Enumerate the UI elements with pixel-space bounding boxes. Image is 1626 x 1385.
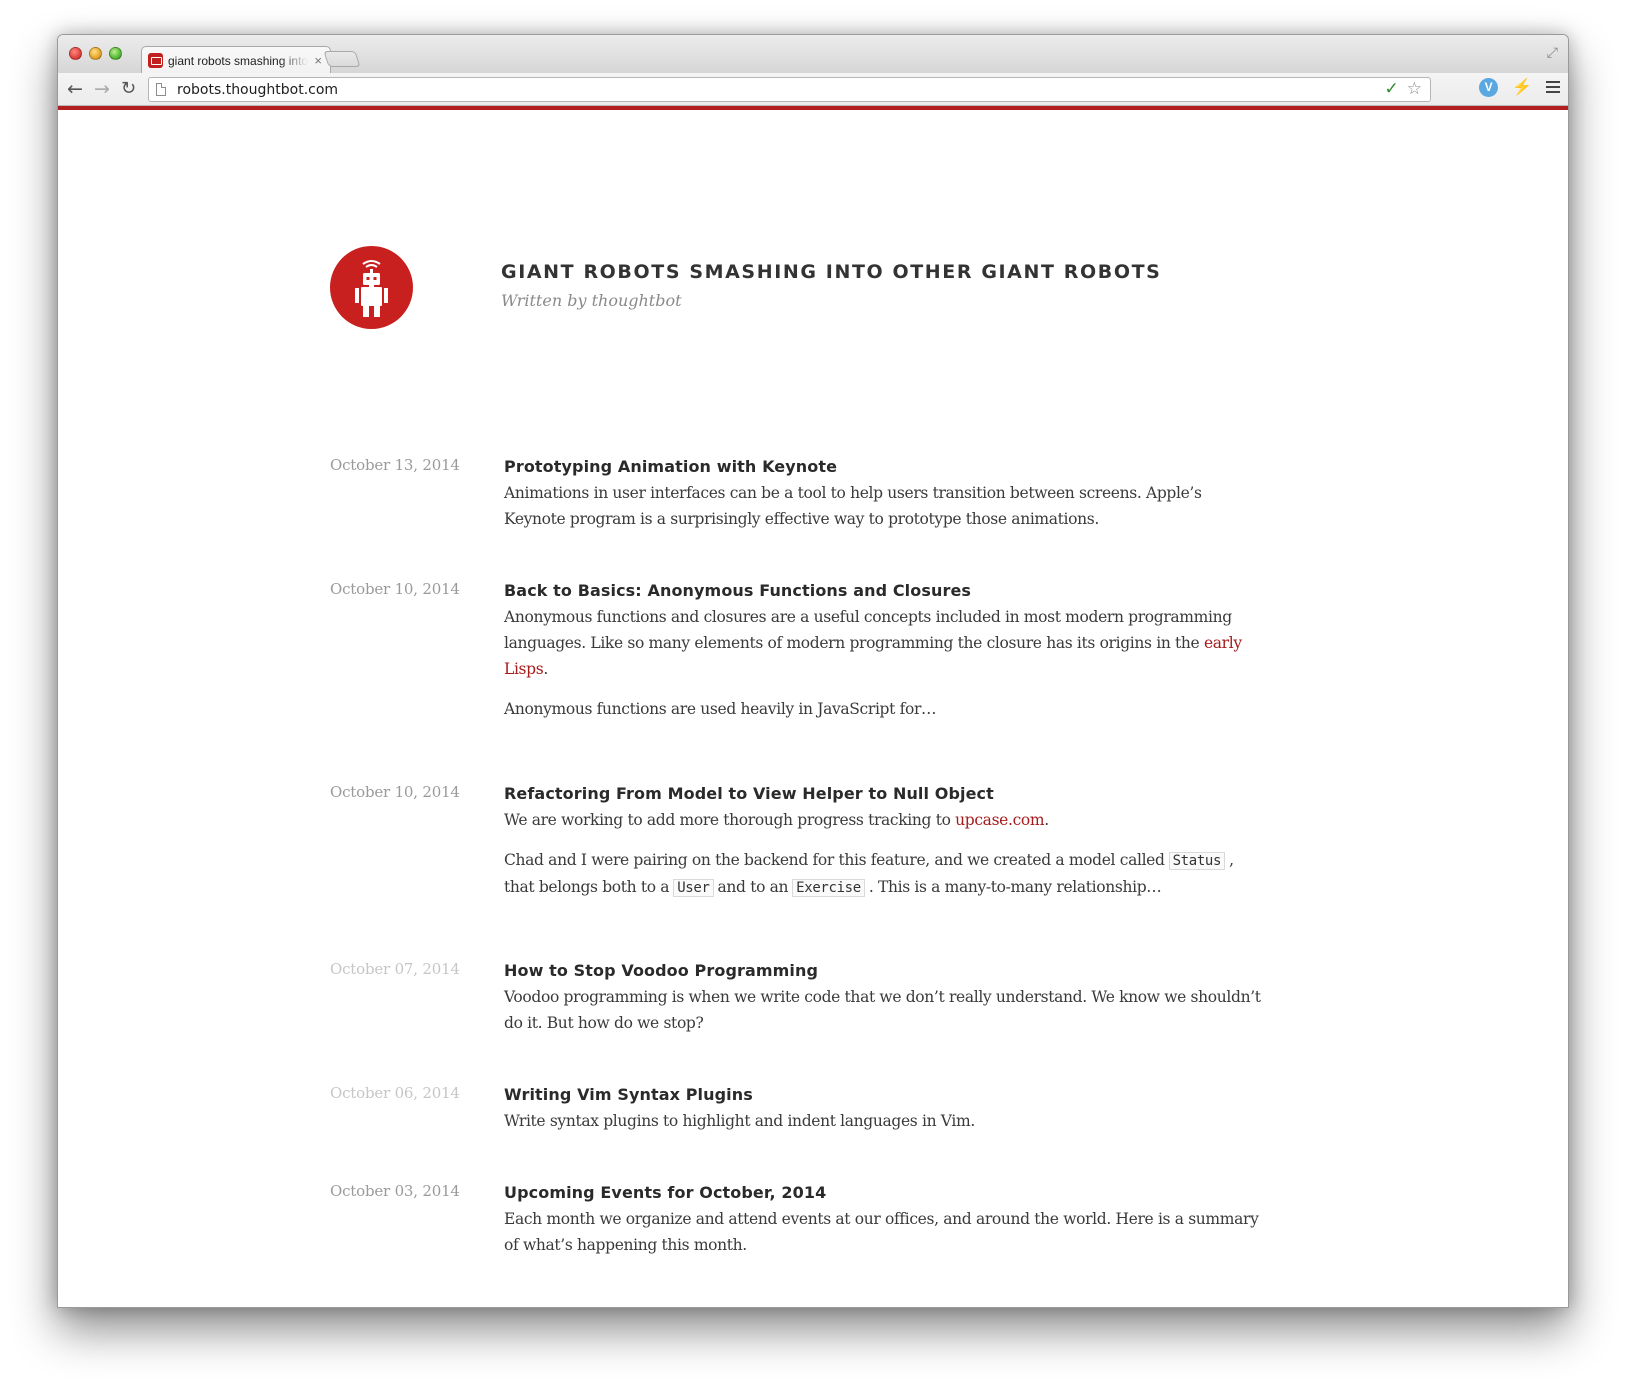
post-excerpt: Anonymous functions are used heavily in … (504, 700, 937, 718)
extension-icon[interactable]: ⚡ (1512, 77, 1532, 97)
post-body: Writing Vim Syntax Plugins Write syntax … (504, 1082, 1264, 1134)
post-excerpt: Animations in user interfaces can be a t… (504, 484, 1202, 528)
extension-icon[interactable]: V (1479, 77, 1499, 97)
fullscreen-icon[interactable]: ⤢ (1547, 44, 1558, 61)
code-snippet: Exercise (792, 879, 865, 897)
post-title-link[interactable]: How to Stop Voodoo Programming (504, 958, 1264, 984)
post-title-link[interactable]: Back to Basics: Anonymous Functions and … (504, 578, 1264, 604)
site-subtitle: Written by thoughtbot (501, 291, 682, 310)
star-icon[interactable]: ☆ (1407, 79, 1422, 99)
post-date: October 06, 2014 (330, 1084, 460, 1102)
excerpt-text: Anonymous functions and closures are a u… (504, 608, 1232, 652)
post-excerpt: Each month we organize and attend events… (504, 1210, 1259, 1254)
browser-toolbar: ← → ↻ robots.thoughtbot.com ✓ ☆ V ⚡ (58, 73, 1568, 106)
page-icon (156, 83, 166, 96)
url-text[interactable]: robots.thoughtbot.com (177, 82, 338, 98)
tab-title: giant robots smashing into other giant r… (168, 53, 308, 68)
upcase-link[interactable]: upcase.com (955, 811, 1044, 829)
post-date: October 10, 2014 (330, 580, 460, 598)
site-title[interactable]: GIANT ROBOTS SMASHING INTO OTHER GIANT R… (501, 261, 1161, 283)
post-title-link[interactable]: Prototyping Animation with Keynote (504, 454, 1264, 480)
zoom-window-button[interactable] (109, 47, 122, 60)
code-snippet: Status (1168, 852, 1226, 870)
spell-check-icon[interactable]: ✓ (1385, 79, 1399, 99)
menu-icon[interactable] (1546, 81, 1560, 93)
post-excerpt: Anonymous functions and closures are a u… (504, 604, 1264, 682)
close-window-button[interactable] (69, 47, 82, 60)
tab-close-icon[interactable]: × (314, 54, 322, 67)
post-body: Refactoring From Model to View Helper to… (504, 781, 1264, 901)
forward-icon[interactable]: → (94, 78, 110, 100)
excerpt-text: and to an (717, 878, 789, 896)
excerpt-text: . (1044, 811, 1049, 829)
excerpt-text: We are working to add more thorough prog… (504, 811, 956, 829)
post-body: Upcoming Events for October, 2014 Each m… (504, 1180, 1264, 1258)
post-title-link[interactable]: Refactoring From Model to View Helper to… (504, 781, 1264, 807)
code-snippet: User (673, 879, 714, 897)
address-bar-icons: ✓ ☆ (1385, 79, 1423, 99)
post-excerpt: Chad and I were pairing on the backend f… (504, 847, 1264, 901)
browser-window: giant robots smashing into other giant r… (57, 34, 1569, 1308)
address-bar[interactable]: robots.thoughtbot.com ✓ ☆ (148, 77, 1431, 102)
post-body: Back to Basics: Anonymous Functions and … (504, 578, 1264, 722)
page-content: GIANT ROBOTS SMASHING INTO OTHER GIANT R… (58, 110, 1568, 1307)
post-date: October 13, 2014 (330, 456, 460, 474)
post-excerpt: Write syntax plugins to highlight and in… (504, 1112, 975, 1130)
robot-icon (355, 260, 388, 317)
post-excerpt: We are working to add more thorough prog… (504, 807, 1264, 833)
post-date: October 10, 2014 (330, 783, 460, 801)
post-excerpt: Voodoo programming is when we write code… (504, 988, 1261, 1032)
back-icon[interactable]: ← (67, 78, 83, 100)
reload-icon[interactable]: ↻ (121, 78, 136, 100)
site-logo[interactable] (330, 246, 413, 329)
excerpt-text: Chad and I were pairing on the backend f… (504, 851, 1165, 869)
browser-tab[interactable]: giant robots smashing into other giant r… (141, 46, 331, 74)
minimize-window-button[interactable] (89, 47, 102, 60)
extension-area: V ⚡ (1479, 77, 1560, 97)
post-title-link[interactable]: Writing Vim Syntax Plugins (504, 1082, 1264, 1108)
favicon-icon (148, 53, 163, 68)
new-tab-button[interactable] (323, 51, 361, 67)
title-bar: giant robots smashing into other giant r… (58, 35, 1568, 74)
excerpt-text: . This is a many-to-many relationship… (868, 878, 1162, 896)
post-title-link[interactable]: Upcoming Events for October, 2014 (504, 1180, 1264, 1206)
post-date: October 07, 2014 (330, 960, 460, 978)
post-body: How to Stop Voodoo Programming Voodoo pr… (504, 958, 1264, 1036)
post-body: Prototyping Animation with Keynote Anima… (504, 454, 1264, 532)
post-date: October 03, 2014 (330, 1182, 460, 1200)
excerpt-text: . (543, 660, 548, 678)
